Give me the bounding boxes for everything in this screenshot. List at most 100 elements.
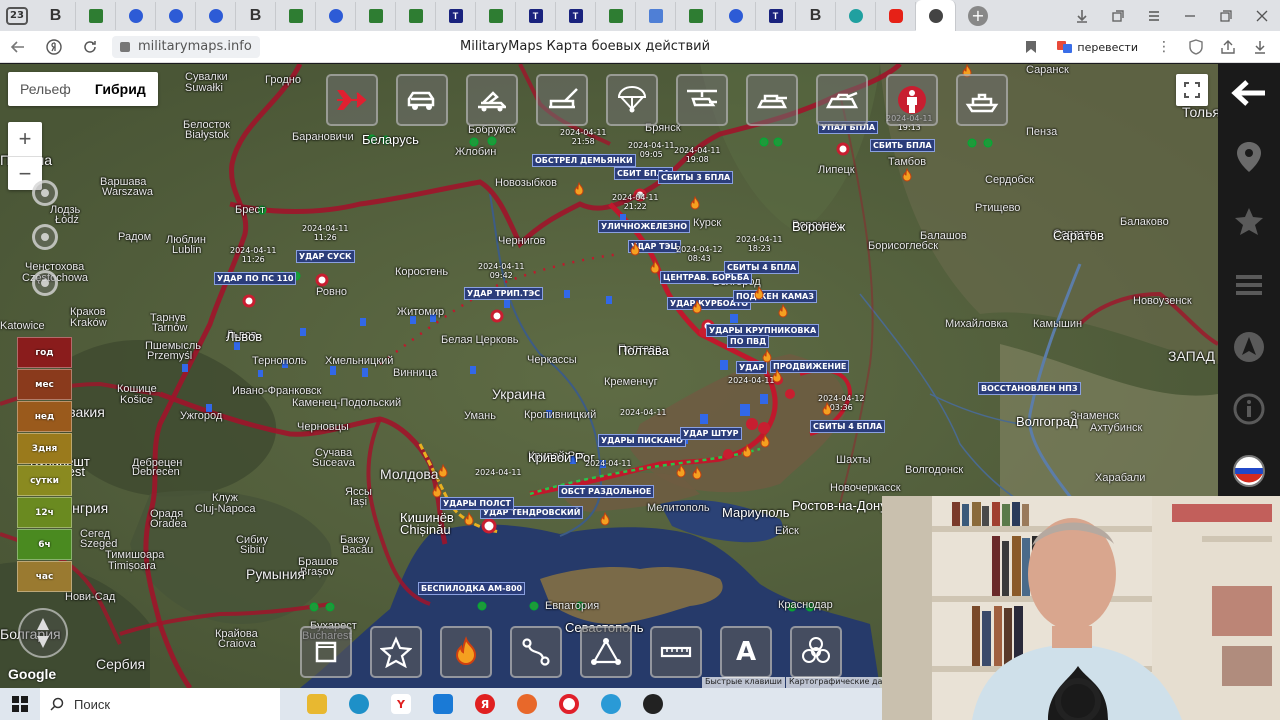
keyboard-shortcuts-link[interactable]: Быстрые клавиши <box>702 677 786 688</box>
sidebar-favorites-button[interactable] <box>1230 202 1268 240</box>
browser-tab[interactable] <box>916 0 956 31</box>
taskbar-opera[interactable] <box>548 688 590 720</box>
event-marker-label[interactable]: СБИТЫ 4 БПЛА <box>810 420 886 433</box>
browser-tab[interactable] <box>876 1 916 30</box>
map-data-attribution[interactable]: Картографические данн <box>786 677 896 688</box>
protect-shield-icon[interactable] <box>1182 33 1210 61</box>
fire-icon[interactable] <box>752 286 766 300</box>
fullscreen-button[interactable] <box>1176 74 1208 106</box>
browser-tab[interactable]: B <box>36 1 76 30</box>
more-icon[interactable]: ⋮ <box>1150 33 1178 61</box>
url-field[interactable]: militarymaps.info <box>112 35 260 58</box>
event-marker-label[interactable]: УДАР СУСК <box>296 250 355 263</box>
fire-icon[interactable] <box>598 512 612 526</box>
category-paratrooper-button[interactable] <box>606 74 658 126</box>
browser-tab[interactable] <box>676 1 716 30</box>
category-artillery-button[interactable] <box>536 74 588 126</box>
tool-route-button[interactable] <box>510 626 562 678</box>
time-filter-button[interactable]: 12ч <box>17 497 72 528</box>
taskbar-mail[interactable] <box>422 688 464 720</box>
fire-icon[interactable] <box>820 402 834 416</box>
fire-icon[interactable] <box>674 464 688 478</box>
browser-tab[interactable] <box>196 1 236 30</box>
tool-triangle-button[interactable] <box>580 626 632 678</box>
event-marker-label[interactable]: УДАР ТРИП.ТЭС <box>464 287 544 300</box>
category-mlrs-button[interactable] <box>466 74 518 126</box>
tool-text-button[interactable]: A <box>720 626 772 678</box>
download-icon[interactable] <box>1064 0 1100 31</box>
event-marker-label[interactable]: ВОССТАНОВЛЕН НПЗ <box>978 382 1081 395</box>
browser-tab[interactable] <box>716 1 756 30</box>
taskbar-yandex-browser[interactable]: Y <box>380 688 422 720</box>
collections-icon[interactable] <box>1100 0 1136 31</box>
relief-layer-button[interactable]: Рельеф <box>8 72 83 106</box>
minimize-icon[interactable] <box>1172 0 1208 31</box>
taskbar-obs[interactable] <box>632 688 674 720</box>
browser-tab[interactable] <box>76 1 116 30</box>
category-tank-button[interactable] <box>746 74 798 126</box>
tab-count-badge[interactable]: 23 <box>6 6 28 25</box>
sidebar-back-button[interactable] <box>1230 74 1268 112</box>
time-filter-button[interactable]: сутки <box>17 465 72 496</box>
fire-icon[interactable] <box>572 182 586 196</box>
browser-tab[interactable] <box>276 1 316 30</box>
event-marker-label[interactable]: ПО ПВД <box>727 335 770 348</box>
browser-tab[interactable] <box>356 1 396 30</box>
sidebar-language-button[interactable] <box>1230 452 1268 490</box>
tool-ruler-button[interactable] <box>650 626 702 678</box>
fire-icon[interactable] <box>462 512 476 526</box>
event-marker-label[interactable]: ПОДЖЕН КАМАЗ <box>733 290 817 303</box>
category-soldier-button[interactable] <box>886 74 938 126</box>
fire-icon[interactable] <box>770 369 784 383</box>
event-marker-label[interactable]: СБИТЫ 4 БПЛА <box>724 261 800 274</box>
taskbar-edge[interactable] <box>338 688 380 720</box>
category-apc-button[interactable] <box>816 74 868 126</box>
category-vehicle-button[interactable] <box>396 74 448 126</box>
browser-tab[interactable] <box>836 1 876 30</box>
yandex-button[interactable] <box>36 31 72 63</box>
tool-star-button[interactable] <box>370 626 422 678</box>
taskbar-file-explorer[interactable] <box>296 688 338 720</box>
event-marker-label[interactable]: СБИТЫ 3 БПЛА <box>658 171 734 184</box>
taskbar-yandex[interactable]: Я <box>464 688 506 720</box>
time-filter-button[interactable]: год <box>17 337 72 368</box>
zoom-in-button[interactable]: + <box>8 122 42 156</box>
fire-icon[interactable] <box>758 434 772 448</box>
locate-button[interactable] <box>32 180 58 206</box>
browser-tab[interactable] <box>636 1 676 30</box>
compass-control[interactable] <box>18 608 68 658</box>
share-icon[interactable] <box>1214 33 1242 61</box>
category-aircraft-button[interactable] <box>326 74 378 126</box>
fire-icon[interactable] <box>760 349 774 363</box>
category-helicopter-button[interactable] <box>676 74 728 126</box>
tool-square-button[interactable] <box>300 626 352 678</box>
fire-icon[interactable] <box>436 464 450 478</box>
event-marker-label[interactable]: СБИТЬ БПЛА <box>870 139 935 152</box>
browser-tab[interactable]: T <box>436 1 476 30</box>
time-filter-button[interactable]: час <box>17 561 72 592</box>
reload-button[interactable] <box>72 31 108 63</box>
fire-icon[interactable] <box>430 484 444 498</box>
taskbar-telegram[interactable] <box>590 688 632 720</box>
browser-tab[interactable] <box>116 1 156 30</box>
downloads-icon[interactable] <box>1246 33 1274 61</box>
time-filter-button[interactable]: мес <box>17 369 72 400</box>
menu-icon[interactable] <box>1136 0 1172 31</box>
taskbar-firefox[interactable] <box>506 688 548 720</box>
event-marker-label[interactable]: ОБСТ РАЗДОЛЬНОЕ <box>558 485 655 498</box>
close-icon[interactable] <box>1244 0 1280 31</box>
event-marker-label[interactable]: УДАР ШТУР <box>680 427 742 440</box>
browser-tab[interactable] <box>396 1 436 30</box>
browser-tab[interactable]: T <box>756 1 796 30</box>
start-button[interactable] <box>0 688 40 720</box>
history-button[interactable] <box>32 270 58 296</box>
event-marker-label[interactable]: УДАРЫ ПОЛСТ <box>440 497 514 510</box>
sidebar-navigate-button[interactable] <box>1230 328 1268 366</box>
browser-tab[interactable]: T <box>516 1 556 30</box>
restore-icon[interactable] <box>1208 0 1244 31</box>
sidebar-location-button[interactable] <box>1230 138 1268 176</box>
browser-tab[interactable]: B <box>796 1 836 30</box>
event-marker-label[interactable]: УЛИЧНОЖЕЛЕЗНО <box>598 220 691 233</box>
sidebar-info-button[interactable] <box>1230 390 1268 428</box>
browser-tab[interactable]: T <box>556 1 596 30</box>
